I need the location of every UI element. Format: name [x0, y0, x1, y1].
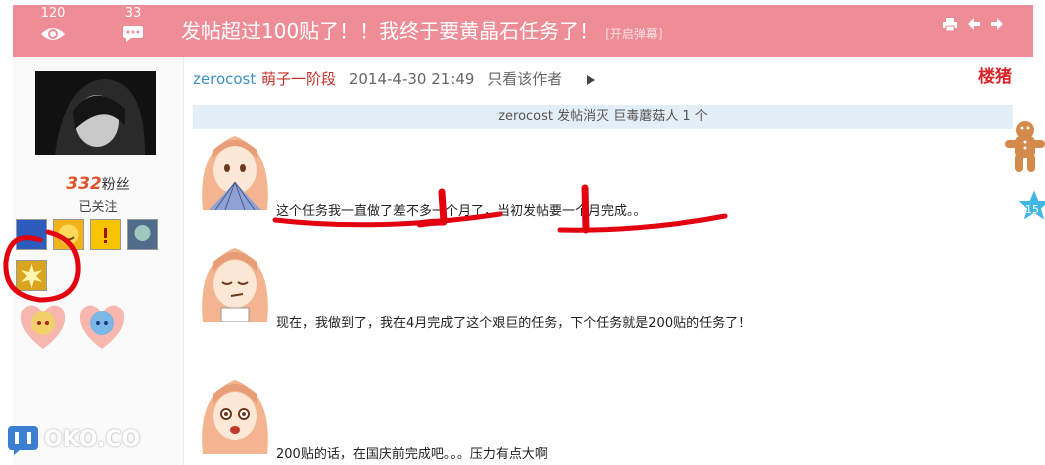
author-avatar[interactable]: [35, 71, 156, 155]
post-meta: zerocost 萌子一阶段 2014-4-30 21:49 只看该作者: [193, 68, 596, 89]
heart-pet-right-icon: [79, 305, 125, 349]
fans-label: 粉丝: [101, 177, 130, 193]
alert-badge-icon[interactable]: [90, 219, 121, 250]
level-star-icon[interactable]: 15: [1012, 185, 1045, 236]
follow-status[interactable]: 已关注: [13, 196, 183, 215]
next-arrow-icon[interactable]: [991, 18, 1003, 34]
fans-count: 332: [66, 174, 102, 194]
post-title-text: 发帖超过100贴了！！我终于要黄晶石任务了！: [181, 19, 600, 43]
level-star-number: 15: [1025, 203, 1039, 216]
comments-count: 33: [124, 6, 142, 21]
floor-label: 楼猪: [978, 67, 1012, 87]
sticker-face-sleepy: [195, 242, 275, 322]
sticker-face-shocked: [195, 374, 275, 454]
eye-icon: [41, 28, 65, 40]
watermark-text: OKO.CO: [44, 427, 141, 452]
smiley-badge-icon[interactable]: [53, 219, 84, 250]
heart-pet-left-icon: [20, 305, 66, 349]
only-author-link[interactable]: 只看该作者: [487, 70, 562, 88]
post-title: 发帖超过100贴了！！我终于要黄晶石任务了！ [开启弹幕]: [181, 15, 663, 44]
print-icon[interactable]: [943, 18, 957, 35]
gingerbread-icon[interactable]: [1005, 120, 1045, 176]
fans-info: 332粉丝: [13, 174, 183, 194]
play-triangle-icon[interactable]: [587, 74, 596, 85]
site-watermark: OKO.CO: [6, 424, 140, 456]
post-header-bar: 120 33 发帖超过100贴了！！我终于要黄晶石任务了！ [开启弹幕]: [13, 5, 1033, 57]
post-paragraph-1: 这个任务我一直做了差不多一个月了，当初发帖要一个月完成。。: [276, 204, 647, 219]
comments-stat: 33: [113, 5, 153, 43]
watermark-logo-icon: [8, 426, 38, 455]
medal-badge-icon[interactable]: [16, 219, 47, 250]
views-stat: 120: [33, 5, 73, 43]
character-badge-icon[interactable]: [127, 219, 158, 250]
sticker-face-fan: [195, 130, 275, 210]
post-date: 2014-4-30 21:49: [348, 70, 475, 88]
burst-badge-icon[interactable]: [16, 260, 47, 291]
comment-icon: [123, 26, 143, 42]
prev-arrow-icon[interactable]: [968, 18, 980, 34]
post-paragraph-3: 200贴的话，在国庆前完成吧。。。压力有点大啊: [276, 447, 548, 462]
author-rank: 萌子一阶段: [261, 70, 337, 88]
author-username[interactable]: zerocost: [193, 70, 256, 88]
gift-line: zerocost 发帖消灭 巨毒蘑菇人 1 个: [193, 105, 1013, 129]
post-paragraph-2: 现在，我做到了，我在4月完成了这个艰巨的任务，下个任务就是200贴的任务了！: [276, 316, 752, 331]
danmu-toggle[interactable]: [开启弹幕]: [605, 27, 662, 41]
views-count: 120: [40, 6, 66, 21]
author-sidebar: 332粉丝 已关注: [13, 57, 184, 465]
